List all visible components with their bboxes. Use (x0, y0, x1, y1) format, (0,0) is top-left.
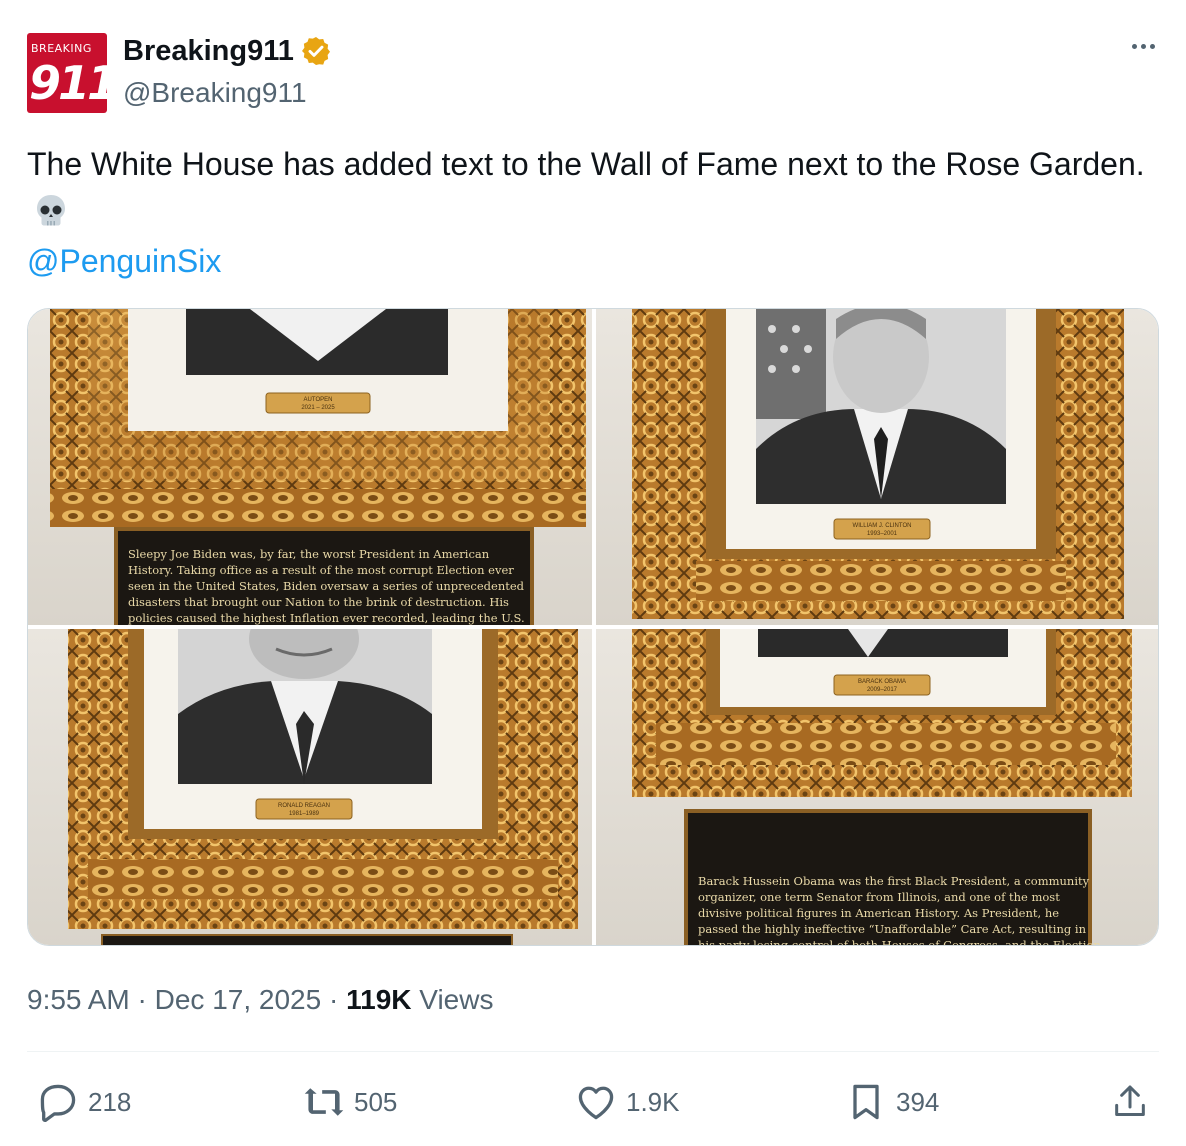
nameplate-clinton-name: WILLIAM J. CLINTON (853, 523, 912, 529)
reply-button[interactable]: 218 (36, 1080, 131, 1124)
views-label: Views (419, 984, 494, 1015)
plaque-line: Sleepy Joe Biden was, by far, the worst … (128, 547, 490, 561)
media-image-clinton[interactable]: WILLIAM J. CLINTON 1993–2001 (596, 309, 1158, 625)
skull-emoji-icon (33, 193, 69, 242)
share-icon (1115, 1085, 1145, 1116)
plaque-line: Barack Hussein Obama was the first Black… (698, 874, 1090, 888)
reply-icon (40, 1084, 76, 1123)
tweet-date[interactable]: Dec 17, 2025 (155, 984, 322, 1015)
tweet-body: The White House has added text to the Wa… (27, 146, 1145, 182)
tweet-time[interactable]: 9:55 AM (27, 984, 130, 1015)
like-button[interactable]: 1.9K (574, 1080, 680, 1124)
avatar[interactable]: BREAKING 911 (27, 33, 107, 113)
plaque-line: disasters that brought our Nation to the… (128, 595, 509, 609)
meta-separator: · (328, 984, 339, 1015)
plaque-line: organizer, one term Senator from Illinoi… (698, 890, 1060, 904)
bookmark-button[interactable]: 394 (844, 1080, 939, 1124)
like-count: 1.9K (626, 1087, 680, 1117)
nameplate-reagan-name: RONALD REAGAN (278, 803, 330, 809)
bookmark-icon (853, 1084, 879, 1120)
share-button[interactable] (1110, 1080, 1150, 1124)
nameplate-clinton-years: 1993–2001 (867, 531, 898, 537)
repost-icon (304, 1088, 344, 1116)
media-grid: AUTOPEN 2021 – 2025 Sleepy Joe Biden was… (27, 308, 1159, 946)
bookmark-count: 394 (896, 1087, 940, 1117)
meta-separator: · (137, 984, 147, 1015)
avatar-number: 911 (29, 56, 107, 110)
repost-count: 505 (354, 1087, 398, 1117)
media-image-obama[interactable]: BARACK OBAMA 2009–2017 Barack Hussein Ob… (596, 629, 1158, 946)
verified-badge-icon[interactable] (300, 35, 332, 67)
nameplate-autopen-years: 2021 – 2025 (301, 405, 335, 411)
media-image-reagan[interactable]: RONALD REAGAN 1981–1989 (28, 629, 592, 945)
avatar-banner-text: BREAKING (31, 42, 92, 55)
plaque-line: policies caused the highest Inflation ev… (128, 611, 525, 625)
tweet-timestamp: 9:55 AM · Dec 17, 2025 · 119K Views (27, 982, 493, 1018)
nameplate-reagan-years: 1981–1989 (289, 811, 320, 817)
plaque-line: History. Taking office as a result of th… (128, 563, 514, 577)
author-handle[interactable]: @Breaking911 (123, 76, 307, 110)
media-image-autopen[interactable]: AUTOPEN 2021 – 2025 Sleepy Joe Biden was… (28, 309, 592, 625)
nameplate-autopen-name: AUTOPEN (304, 397, 333, 403)
views-count: 119K (346, 984, 412, 1015)
repost-button[interactable]: 505 (302, 1080, 397, 1124)
author-name-text[interactable]: Breaking911 (123, 32, 294, 70)
plaque-line: seen in the United States, Biden oversaw… (128, 579, 525, 593)
heart-icon (578, 1086, 614, 1120)
nameplate-obama-years: 2009–2017 (867, 687, 898, 693)
reply-count: 218 (88, 1087, 132, 1117)
mention-link[interactable]: @PenguinSix (27, 237, 221, 285)
plaque-line: divisive political figures in American H… (698, 906, 1059, 920)
divider (27, 1051, 1159, 1052)
author-display-name[interactable]: Breaking911 (123, 32, 332, 70)
tweet-text: The White House has added text to the Wa… (27, 140, 1147, 242)
nameplate-obama-name: BARACK OBAMA (858, 679, 906, 685)
plaque-line: passed the highly ineffective “Unafforda… (698, 922, 1087, 936)
more-options-icon[interactable] (1132, 44, 1155, 49)
plaque-line: his party losing control of both Houses … (698, 938, 1101, 946)
